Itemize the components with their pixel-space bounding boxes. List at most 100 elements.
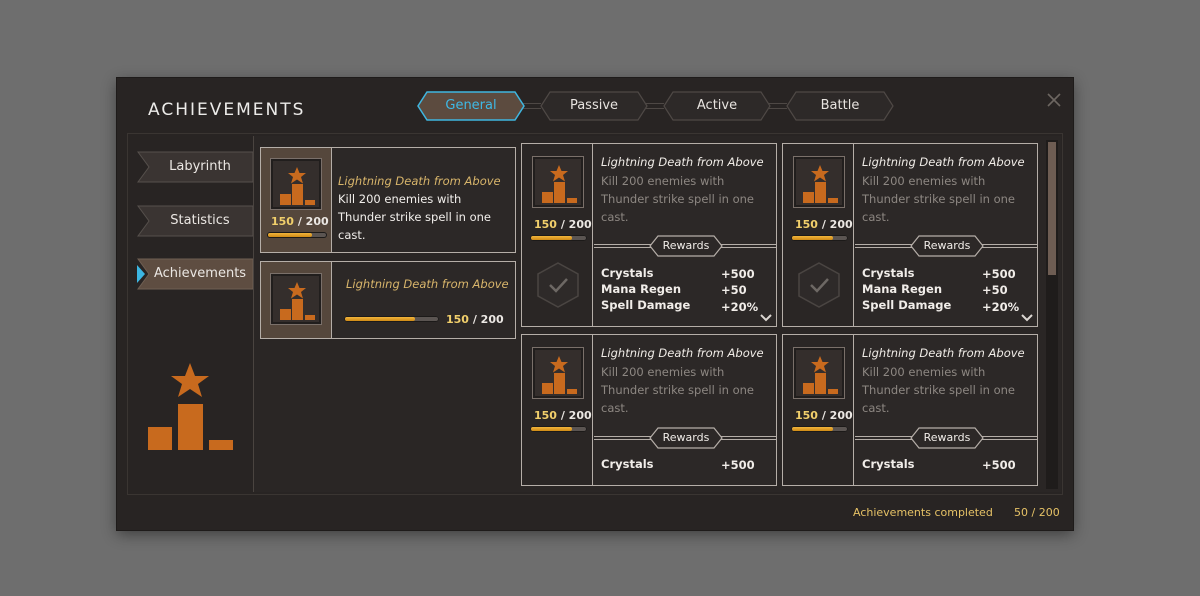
tab-active-label: Active [696, 98, 738, 113]
tab-connector [769, 103, 787, 109]
achievement-icon [793, 347, 845, 399]
progress-text: 150 / 200 [534, 409, 592, 422]
rewards-badge: Rewards [910, 427, 984, 449]
reward-value: +20% [721, 300, 759, 314]
achievement-icon [270, 158, 322, 210]
podium-star-icon [148, 363, 233, 450]
tab-general[interactable]: General [417, 91, 525, 121]
tab-battle[interactable]: Battle [786, 91, 894, 121]
reward-name: Spell Damage [862, 298, 952, 312]
sidebar-item-achievements[interactable]: Achievements [137, 258, 253, 290]
achievement-card[interactable]: Lightning Death from Above 150 / 200 [260, 261, 516, 339]
sidebar-item-label: Labyrinth [169, 159, 231, 174]
card-description: Kill 200 enemies with Thunder strike spe… [601, 365, 755, 415]
rewards-label: Rewards [923, 239, 971, 252]
tab-general-label: General [445, 98, 497, 113]
progress-current: 150 [534, 218, 557, 231]
rewards-label: Rewards [662, 431, 710, 444]
progress-current: 150 [534, 409, 557, 422]
reward-name: Spell Damage [601, 298, 691, 312]
progress-total: / 200 [560, 218, 592, 231]
progress-bar [791, 426, 848, 432]
scrollbar-thumb[interactable] [1048, 142, 1056, 275]
progress-total: / 200 [821, 409, 853, 422]
card-title: Lightning Death from Above [346, 277, 509, 291]
reward-name: Mana Regen [601, 282, 682, 296]
podium-star-icon [803, 165, 838, 203]
tab-passive[interactable]: Passive [540, 91, 648, 121]
reward-name: Crystals [862, 457, 915, 471]
podium-star-icon [280, 282, 315, 320]
card-title: Lightning Death from Above [601, 346, 764, 360]
progress-fill [792, 236, 834, 240]
achievements-window: ACHIEVEMENTS General Passive Active Batt… [117, 78, 1073, 530]
progress-fill [345, 317, 415, 321]
completed-check-icon [798, 262, 840, 308]
reward-value: +500 [721, 267, 755, 281]
chevron-down-icon[interactable] [760, 314, 772, 322]
card-description: Kill 200 enemies with Thunder strike spe… [862, 174, 1016, 224]
tab-bar: General Passive Active Battle [417, 91, 897, 121]
rewards-label: Rewards [662, 239, 710, 252]
sidebar-item-statistics[interactable]: Statistics [137, 205, 253, 237]
progress-current: 150 [271, 215, 294, 228]
progress-fill [531, 427, 573, 431]
progress-total: / 200 [560, 409, 592, 422]
podium-star-icon [542, 165, 577, 203]
achievement-card[interactable]: 150 / 200 Lightning Death from Above Kil… [260, 147, 516, 253]
podium-star-icon [542, 356, 577, 394]
progress-bar [267, 232, 327, 238]
card-description: Kill 200 enemies with Thunder strike spe… [862, 365, 1016, 415]
sidebar-item-label: Achievements [153, 266, 247, 281]
progress-text: 150 / 200 [271, 215, 329, 228]
progress-bar [530, 426, 587, 432]
tab-connector [646, 103, 664, 109]
rewards-badge: Rewards [910, 235, 984, 257]
achievement-card[interactable]: 150 / 200 Lightning Death from Above Kil… [782, 334, 1038, 486]
progress-fill [531, 236, 573, 240]
progress-current: 150 [795, 218, 818, 231]
sidebar-item-labyrinth[interactable]: Labyrinth [137, 151, 253, 183]
tab-active[interactable]: Active [663, 91, 771, 121]
rewards-badge: Rewards [649, 235, 723, 257]
achievement-card[interactable]: 150 / 200 Lightning Death from Above Kil… [521, 334, 777, 486]
reward-value: +20% [982, 300, 1020, 314]
footer-completed-label: Achievements completed [853, 506, 993, 519]
card-title: Lightning Death from Above [862, 155, 1025, 169]
reward-name: Mana Regen [862, 282, 943, 296]
achievement-icon [793, 156, 845, 208]
card-description: Kill 200 enemies with Thunder strike spe… [338, 192, 492, 242]
reward-name: Crystals [601, 266, 654, 280]
reward-value: +500 [982, 267, 1016, 281]
reward-name: Crystals [862, 266, 915, 280]
achievement-icon [532, 347, 584, 399]
achievements-list-panel: 150 / 200 Lightning Death from Above Kil… [253, 136, 1061, 492]
achievement-card[interactable]: 150 / 200 Lightning Death from Above Kil… [521, 143, 777, 327]
achievement-icon [532, 156, 584, 208]
reward-value: +500 [721, 458, 755, 472]
progress-bar [791, 235, 848, 241]
reward-value: +500 [982, 458, 1016, 472]
reward-name: Crystals [601, 457, 654, 471]
achievement-icon [270, 273, 322, 325]
footer-completed-count: 50 / 200 [1014, 506, 1060, 519]
close-icon[interactable] [1046, 92, 1062, 108]
rewards-label: Rewards [923, 431, 971, 444]
progress-total: / 200 [472, 313, 504, 326]
window-title: ACHIEVEMENTS [148, 100, 306, 120]
progress-total: / 200 [821, 218, 853, 231]
progress-fill [792, 427, 834, 431]
selected-arrow-icon [137, 265, 145, 283]
progress-text: 150 / 200 [795, 218, 853, 231]
progress-bar [344, 316, 439, 322]
rewards-badge: Rewards [649, 427, 723, 449]
chevron-down-icon[interactable] [1021, 314, 1033, 322]
progress-text: 150 / 200 [795, 409, 853, 422]
achievement-card[interactable]: 150 / 200 Lightning Death from Above Kil… [782, 143, 1038, 327]
reward-value: +50 [982, 283, 1008, 297]
scrollbar-track[interactable] [1046, 140, 1058, 489]
podium-star-icon [280, 167, 315, 205]
reward-value: +50 [721, 283, 747, 297]
tab-battle-label: Battle [820, 98, 860, 113]
card-title: Lightning Death from Above [862, 346, 1025, 360]
